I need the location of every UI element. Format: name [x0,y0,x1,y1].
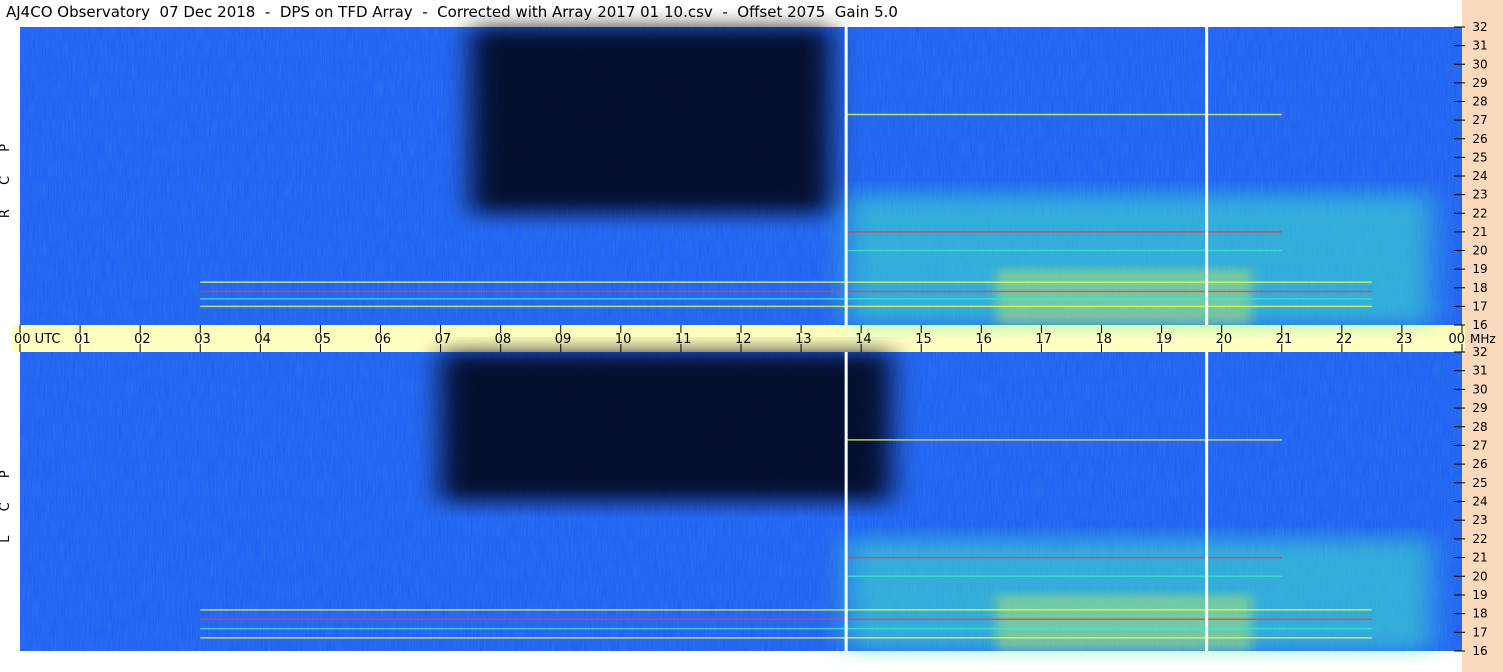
frequency-tick-label: 20 [1472,569,1487,583]
frequency-tick-label: 31 [1472,39,1487,53]
frequency-tick-label: 16 [1472,318,1487,332]
time-tick-label: 13 [795,332,812,347]
frequency-tick-label: 28 [1472,95,1487,109]
daytime-activity-core [996,594,1252,651]
time-tick-label: 14 [855,332,872,347]
time-tick-label: 01 [74,332,91,347]
time-tick-label: 20 [1216,332,1233,347]
night-dark-region [440,352,892,502]
night-dark-region [470,27,832,214]
time-tick-label: 23 [1396,332,1413,347]
frequency-tick-label: 23 [1472,188,1487,202]
frequency-tick-label: 18 [1472,281,1487,295]
frequency-tick-label: 27 [1472,113,1487,127]
frequency-tick-label: 27 [1472,438,1487,452]
frequency-tick-label: 21 [1472,551,1487,565]
frequency-tick-label: 19 [1472,588,1487,602]
polarization-label: L C P [0,460,13,542]
time-tick-label: 08 [495,332,512,347]
time-tick-label: 12 [735,332,752,347]
frequency-tick-label: 19 [1472,262,1487,276]
time-tick-label: 15 [915,332,932,347]
time-tick-label: 00 UTC [14,332,60,347]
time-tick-label: 05 [314,332,331,347]
frequency-tick-label: 21 [1472,225,1487,239]
frequency-unit-label: MHz [1470,332,1496,346]
frequency-tick-label: 28 [1472,420,1487,434]
frequency-tick-label: 24 [1472,495,1487,509]
frequency-tick-label: 26 [1472,132,1487,146]
frequency-tick-label: 25 [1472,150,1487,164]
time-tick-label: 04 [254,332,271,347]
frequency-tick-label: 31 [1472,364,1487,378]
time-tick-label: 22 [1336,332,1353,347]
panel-top: 16 17 18 19 20 21 22 23 24 25 26 27 28 29 30 31 32 R C P [0,20,1488,332]
frequency-tick-label: 22 [1472,532,1487,546]
time-tick-label: 16 [975,332,992,347]
frequency-tick-label: 22 [1472,206,1487,220]
frequency-tick-label: 29 [1472,76,1487,90]
frequency-tick-label: 23 [1472,513,1487,527]
time-tick-label: 09 [555,332,572,347]
frequency-tick-label: 24 [1472,169,1487,183]
time-tick-label: 03 [194,332,211,347]
frequency-tick-label: 30 [1472,57,1487,71]
frequency-tick-label: 17 [1472,625,1487,639]
frequency-tick-label: 29 [1472,401,1487,415]
frequency-tick-label: 32 [1472,20,1487,34]
frequency-tick-label: 16 [1472,644,1487,658]
time-tick-label: 18 [1096,332,1113,347]
time-tick-label: 21 [1276,332,1293,347]
time-tick-label: 10 [615,332,632,347]
time-tick-label: 02 [134,332,151,347]
frequency-tick-label: 17 [1472,299,1487,313]
panel-bottom: 16 17 18 19 20 21 22 23 24 25 26 27 28 29 30 31 32 L C P [0,345,1488,658]
frequency-tick-label: 25 [1472,476,1487,490]
frequency-tick-label: 18 [1472,607,1487,621]
frequency-tick-label: 26 [1472,457,1487,471]
frequency-tick-label: 20 [1472,244,1487,258]
frequency-tick-label: 32 [1472,345,1487,359]
time-tick-label: 19 [1156,332,1173,347]
time-tick-label: 07 [435,332,452,347]
time-tick-label: 17 [1035,332,1052,347]
time-tick-label: 00 [1448,332,1465,347]
time-tick-label: 06 [375,332,392,347]
time-tick-label: 11 [675,332,692,347]
frequency-tick-label: 30 [1472,382,1487,396]
polarization-label: R C P [0,134,13,218]
spectrogram-chart: 1617181920212223242526272829303132R C P1… [0,20,1496,658]
daytime-activity-core [996,269,1252,325]
